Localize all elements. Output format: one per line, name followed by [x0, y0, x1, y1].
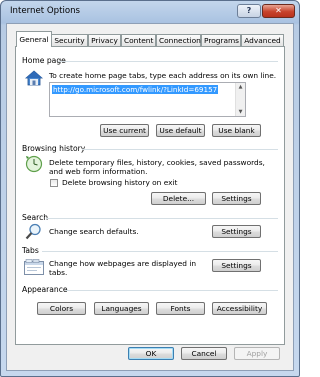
- tab-general[interactable]: General: [16, 31, 52, 47]
- home-page-description: To create home page tabs, type each addr…: [49, 71, 277, 80]
- tab-security[interactable]: Security: [51, 34, 88, 46]
- fonts-button[interactable]: Fonts: [156, 302, 205, 315]
- tabs-settings-button[interactable]: Settings: [212, 259, 261, 272]
- internet-options-window: Internet Options ? ✕ General Security Pr…: [0, 0, 300, 377]
- history-settings-button[interactable]: Settings: [212, 192, 261, 205]
- section-divider: [82, 149, 278, 150]
- tab-content[interactable]: Content: [121, 34, 156, 46]
- colors-button[interactable]: Colors: [37, 302, 86, 315]
- browsing-history-description-2: and web form information.: [49, 167, 148, 176]
- tabs-description-2: tabs.: [49, 268, 68, 277]
- search-section-title: Search: [22, 213, 49, 222]
- delete-history-on-exit-label[interactable]: Delete browsing history on exit: [62, 178, 177, 187]
- apply-button[interactable]: Apply: [234, 347, 280, 360]
- tabs-description-1: Change how webpages are displayed in: [49, 259, 197, 268]
- url-field-scrollbar[interactable]: ▲ ▼: [235, 83, 245, 116]
- house-icon: [25, 70, 43, 86]
- general-tab-panel: Home page To create home page tabs, type…: [15, 46, 285, 345]
- browsing-history-description-1: Delete temporary files, history, cookies…: [49, 158, 265, 167]
- help-button[interactable]: ?: [237, 4, 261, 18]
- title-bar[interactable]: Internet Options ? ✕: [1, 1, 299, 23]
- tabs-section-title: Tabs: [22, 246, 39, 255]
- use-blank-button[interactable]: Use blank: [212, 124, 261, 137]
- home-page-url-field[interactable]: http://go.microsoft.com/fwlink/?LinkId=6…: [49, 82, 246, 117]
- browsing-history-section-title: Browsing history: [22, 144, 86, 153]
- use-current-button[interactable]: Use current: [100, 124, 149, 137]
- tab-advanced[interactable]: Advanced: [241, 34, 284, 46]
- delete-history-on-exit-checkbox[interactable]: [50, 179, 58, 187]
- close-button[interactable]: ✕: [262, 4, 295, 18]
- window-title: Internet Options: [10, 6, 81, 16]
- search-description: Change search defaults.: [49, 227, 139, 236]
- scroll-down-icon[interactable]: ▼: [237, 109, 244, 115]
- tab-privacy[interactable]: Privacy: [88, 34, 121, 46]
- appearance-section-title: Appearance: [22, 285, 68, 294]
- section-divider: [46, 218, 278, 219]
- section-divider: [66, 290, 278, 291]
- scroll-up-icon[interactable]: ▲: [237, 84, 244, 90]
- history-clock-icon: [25, 155, 43, 173]
- tabbed-window-icon: [24, 259, 44, 275]
- section-divider: [42, 251, 278, 252]
- dialog-client-area: General Security Privacy Content Connect…: [6, 23, 294, 371]
- section-divider: [58, 61, 278, 62]
- search-settings-button[interactable]: Settings: [212, 225, 261, 238]
- ok-button[interactable]: OK: [128, 347, 174, 360]
- accessibility-button[interactable]: Accessibility: [212, 302, 267, 315]
- cancel-button[interactable]: Cancel: [181, 347, 227, 360]
- languages-button[interactable]: Languages: [94, 302, 149, 315]
- use-default-button[interactable]: Use default: [156, 124, 205, 137]
- tab-programs[interactable]: Programs: [201, 34, 241, 46]
- delete-history-button[interactable]: Delete...: [151, 192, 206, 205]
- home-page-url-text: http://go.microsoft.com/fwlink/?LinkId=6…: [52, 85, 219, 94]
- magnifier-icon: [25, 223, 41, 240]
- tab-connections[interactable]: Connections: [156, 34, 205, 46]
